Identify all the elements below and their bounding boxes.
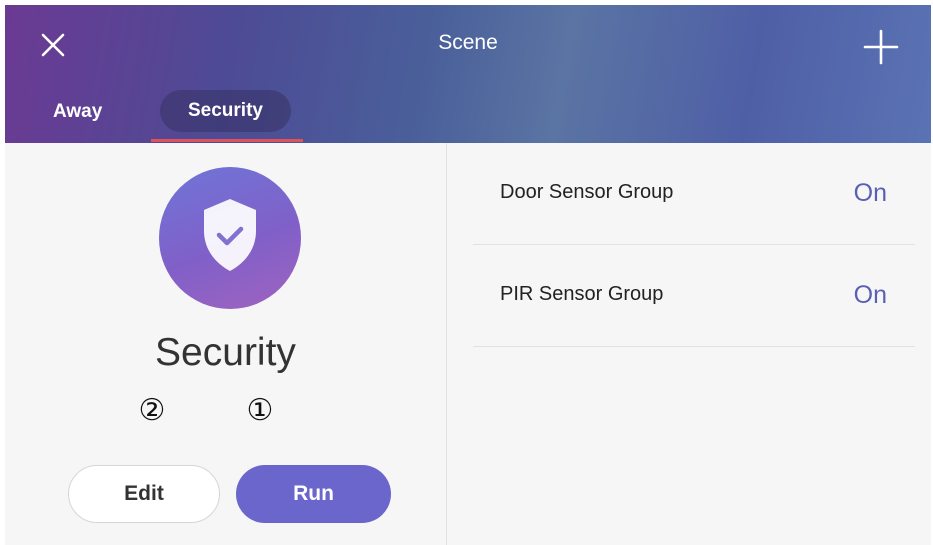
header-bar: Scene Away Security — [5, 5, 931, 143]
page-title: Scene — [438, 31, 498, 54]
scene-screen: Scene Away Security Security ② ① Edit Ru… — [5, 5, 931, 545]
edit-step-marker: ② — [138, 393, 166, 428]
tab-active-indicator — [151, 139, 303, 142]
run-button[interactable]: Run — [236, 465, 391, 523]
device-name: Door Sensor Group — [500, 181, 674, 203]
device-state: On — [853, 281, 887, 309]
tab-security[interactable]: Security — [160, 90, 291, 132]
edit-button[interactable]: Edit — [68, 465, 220, 523]
divider — [473, 346, 915, 347]
device-state: On — [853, 179, 887, 207]
scene-avatar — [159, 167, 301, 309]
device-name: PIR Sensor Group — [500, 283, 664, 305]
tab-away[interactable]: Away — [35, 92, 125, 132]
panel-divider — [446, 143, 447, 545]
shield-check-icon — [204, 199, 256, 271]
plus-icon — [863, 29, 899, 65]
add-scene-button[interactable] — [861, 27, 901, 67]
run-step-marker: ① — [246, 393, 274, 428]
scene-name: Security — [155, 331, 296, 374]
list-item[interactable]: Door Sensor Group On — [473, 143, 915, 245]
list-item[interactable]: PIR Sensor Group On — [473, 245, 915, 347]
